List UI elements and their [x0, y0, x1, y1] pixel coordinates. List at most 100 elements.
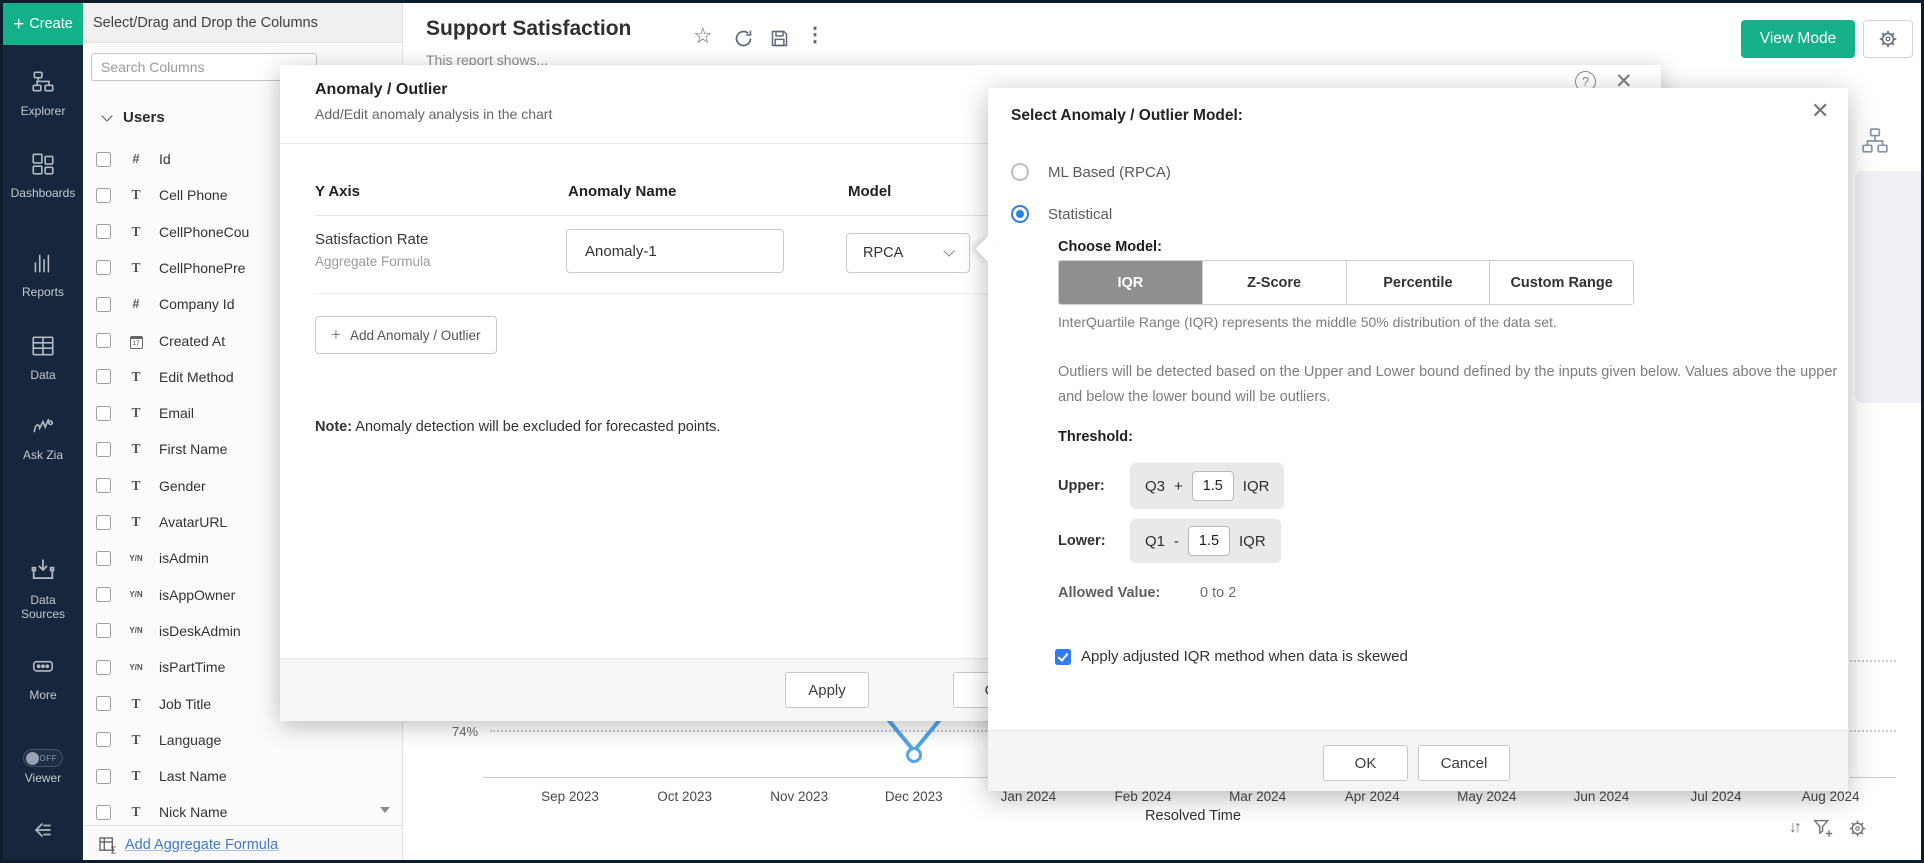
- dialog-title: Select Anomaly / Outlier Model:: [1011, 107, 1243, 125]
- field-checkbox[interactable]: [96, 587, 111, 602]
- explorer-icon: [30, 82, 56, 99]
- field-checkbox[interactable]: [96, 442, 111, 457]
- x-tick-label: Feb 2024: [1096, 789, 1190, 804]
- field-checkbox[interactable]: [96, 515, 111, 530]
- lower-value-input[interactable]: [1188, 526, 1230, 556]
- collapsed-right-panel: [1855, 171, 1924, 403]
- sidebar-item-data-sources[interactable]: Data Sources: [3, 556, 83, 621]
- allowed-value: 0 to 2: [1200, 585, 1236, 601]
- date-type-icon: 17: [123, 332, 149, 350]
- sidebar-item-more[interactable]: More: [3, 653, 83, 702]
- field-checkbox[interactable]: [96, 260, 111, 275]
- field-checkbox[interactable]: [96, 732, 111, 747]
- settings-gear-button[interactable]: [1863, 20, 1913, 58]
- field-checkbox[interactable]: [96, 188, 111, 203]
- radio-statistical-label[interactable]: Statistical: [1048, 206, 1112, 223]
- add-anomaly-button[interactable]: + Add Anomaly / Outlier: [315, 316, 497, 354]
- x-tick-label: Aug 2024: [1784, 789, 1878, 804]
- apply-button[interactable]: Apply: [785, 672, 869, 708]
- viewer-toggle[interactable]: OFF: [23, 749, 63, 767]
- field-checkbox[interactable]: [96, 297, 111, 312]
- save-icon[interactable]: [769, 28, 790, 49]
- tab-percentile[interactable]: Percentile: [1346, 261, 1490, 304]
- field-checkbox[interactable]: [96, 406, 111, 421]
- cancel-button[interactable]: Cancel: [1418, 745, 1510, 781]
- create-button[interactable]: + Create: [3, 3, 83, 45]
- x-axis-left: [483, 777, 988, 778]
- close-icon[interactable]: ✕: [1811, 98, 1829, 124]
- chart-settings-gear-icon[interactable]: [1847, 818, 1868, 839]
- scroll-down-arrow[interactable]: [380, 807, 390, 813]
- tab-iqr[interactable]: IQR: [1059, 261, 1202, 304]
- sidebar-item-reports[interactable]: Reports: [3, 250, 83, 299]
- field-checkbox[interactable]: [96, 805, 111, 820]
- ok-button[interactable]: OK: [1323, 745, 1408, 781]
- x-tick-label: Jan 2024: [981, 789, 1075, 804]
- sidebar-item-label: Ask Zia: [3, 448, 83, 462]
- upper-formula: Q3 + IQR: [1130, 463, 1284, 509]
- collapse-sidebar-button[interactable]: [3, 818, 83, 847]
- tab-custom-range[interactable]: Custom Range: [1489, 261, 1633, 304]
- sidebar-item-label: Data: [3, 368, 83, 382]
- field-checkbox[interactable]: [96, 696, 111, 711]
- field-checkbox[interactable]: [96, 152, 111, 167]
- upper-operator: +: [1174, 478, 1183, 495]
- skew-checkbox[interactable]: [1055, 649, 1071, 665]
- field-name: Job Title: [159, 696, 211, 712]
- field-checkbox[interactable]: [96, 478, 111, 493]
- field-name: CellPhonePre: [159, 260, 245, 276]
- upper-unit: IQR: [1243, 478, 1270, 495]
- text-type-icon: T: [123, 260, 149, 276]
- plus-icon: +: [13, 15, 24, 34]
- text-type-icon: T: [123, 405, 149, 421]
- anomaly-name-input[interactable]: [566, 229, 784, 273]
- upper-value-input[interactable]: [1192, 471, 1234, 501]
- x-tick-label: Jun 2024: [1554, 789, 1648, 804]
- field-checkbox[interactable]: [96, 224, 111, 239]
- sidebar-item-ask-zia[interactable]: Ask Zia: [3, 413, 83, 462]
- refresh-icon[interactable]: [733, 28, 754, 49]
- sidebar-item-data[interactable]: Data: [3, 333, 83, 382]
- view-mode-button[interactable]: View Mode: [1741, 20, 1855, 58]
- model-dropdown[interactable]: RPCA: [846, 233, 970, 273]
- radio-statistical[interactable]: [1011, 205, 1029, 223]
- sort-icon[interactable]: ↓↑: [1789, 819, 1799, 837]
- sidebar-item-viewer[interactable]: OFF Viewer: [3, 749, 83, 785]
- data-sources-icon: [29, 571, 57, 588]
- field-checkbox[interactable]: [96, 369, 111, 384]
- x-tick-label: Sep 2023: [523, 789, 617, 804]
- app-window: 74% Sep 2023Oct 2023Nov 2023Dec 2023Jan …: [0, 0, 1924, 863]
- left-nav-sidebar: + Create Explorer Dashboards Reports Data As…: [3, 3, 83, 860]
- number-type-icon: #: [123, 152, 149, 166]
- field-row[interactable]: TLast Name: [83, 761, 402, 791]
- model-dropdown-value: RPCA: [863, 245, 903, 261]
- field-name: First Name: [159, 441, 227, 457]
- columns-panel-header: Select/Drag and Drop the Columns: [83, 3, 402, 43]
- field-row[interactable]: TLanguage: [83, 725, 402, 755]
- more-menu-kebab-icon[interactable]: ⋮: [805, 22, 825, 47]
- field-checkbox[interactable]: [96, 333, 111, 348]
- field-name: Edit Method: [159, 369, 234, 385]
- choose-model-label: Choose Model:: [1058, 239, 1162, 255]
- column-header-model: Model: [848, 183, 891, 200]
- tab-z-score[interactable]: Z-Score: [1202, 261, 1346, 304]
- field-checkbox[interactable]: [96, 551, 111, 566]
- sidebar-item-dashboards[interactable]: Dashboards: [3, 151, 83, 200]
- field-row[interactable]: TNick Name: [83, 797, 402, 827]
- skew-checkbox-label[interactable]: Apply adjusted IQR method when data is s…: [1081, 648, 1408, 665]
- sidebar-item-explorer[interactable]: Explorer: [3, 69, 83, 118]
- radio-ml-based[interactable]: [1011, 163, 1029, 181]
- users-group-toggle[interactable]: Users: [103, 109, 165, 126]
- radio-ml-based-label[interactable]: ML Based (RPCA): [1048, 164, 1171, 181]
- field-checkbox[interactable]: [96, 769, 111, 784]
- add-aggregate-formula-link[interactable]: Add Aggregate Formula: [125, 837, 278, 853]
- filter-add-icon[interactable]: [1812, 817, 1834, 839]
- favorite-star-icon[interactable]: ☆: [693, 23, 713, 49]
- text-type-icon: T: [123, 732, 149, 748]
- lower-base: Q1: [1145, 533, 1165, 550]
- gear-icon: [1877, 28, 1899, 50]
- chart-type-sitemap-icon[interactable]: [1861, 127, 1889, 155]
- lower-formula: Q1 - IQR: [1130, 519, 1281, 563]
- field-checkbox[interactable]: [96, 623, 111, 638]
- field-checkbox[interactable]: [96, 660, 111, 675]
